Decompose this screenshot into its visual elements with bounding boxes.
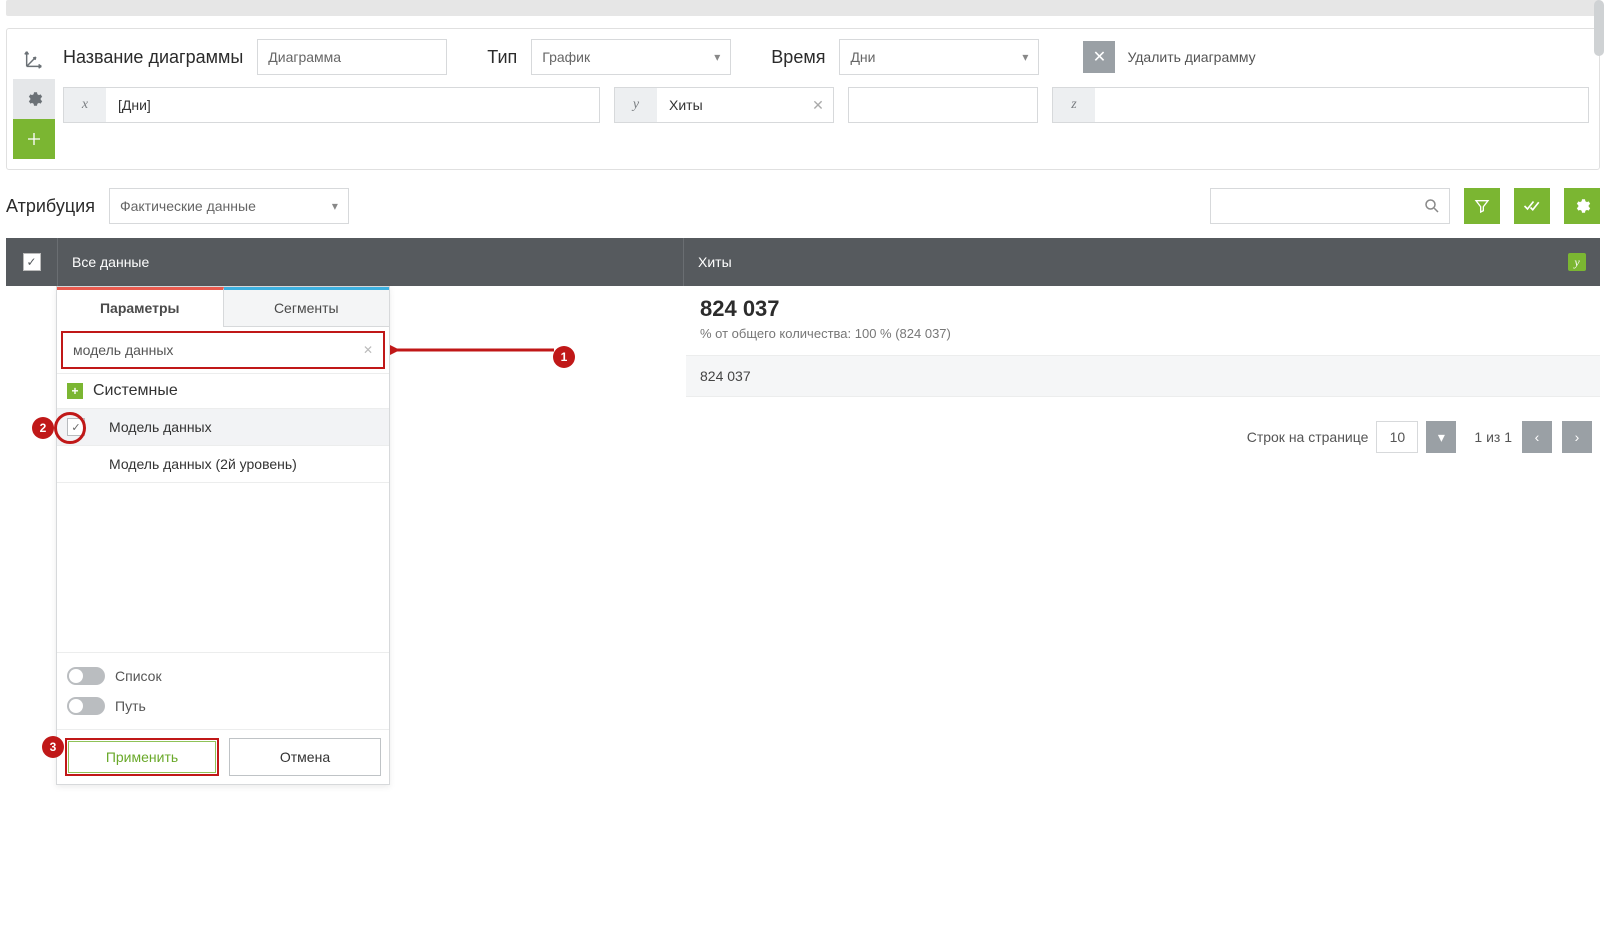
- tree-group-system[interactable]: + Системные: [57, 373, 389, 408]
- chart-settings-button[interactable]: [13, 79, 55, 119]
- tree-item-model-lvl2[interactable]: Модель данных (2й уровень): [57, 445, 389, 482]
- rows-per-page-label: Строк на странице: [1247, 429, 1369, 445]
- parameter-search-input[interactable]: модель данных ✕: [61, 331, 385, 369]
- chart-config-panel: Название диаграммы Диаграмма Тип График▾…: [6, 28, 1600, 170]
- z-axis-input[interactable]: z: [1052, 87, 1589, 123]
- toggle-switch[interactable]: [67, 667, 105, 685]
- axis-var-z: z: [1053, 88, 1095, 122]
- page-indicator: 1 из 1: [1474, 429, 1512, 445]
- chart-type-label: Тип: [487, 47, 517, 68]
- filter-button[interactable]: [1464, 188, 1500, 224]
- annotation-arrow-1: [390, 340, 558, 360]
- add-chart-button[interactable]: [13, 119, 55, 159]
- chevron-down-icon: ▾: [714, 50, 720, 64]
- prev-page-button[interactable]: ‹: [1522, 421, 1552, 453]
- toggle-path[interactable]: Путь: [67, 691, 379, 721]
- rows-per-page-value[interactable]: 10: [1376, 421, 1418, 453]
- metric-subtext: % от общего количества: 100 % (824 037): [700, 326, 1586, 341]
- select-all-checkbox[interactable]: ✓: [23, 253, 41, 271]
- chart-time-label: Время: [771, 47, 825, 68]
- chevron-right-icon: ›: [1575, 429, 1580, 445]
- chart-type-select[interactable]: График▾: [531, 39, 731, 75]
- chevron-left-icon: ‹: [1535, 429, 1540, 445]
- column-header-all-data[interactable]: Все данные: [58, 238, 684, 286]
- tab-parameters[interactable]: Параметры: [57, 287, 224, 327]
- close-icon: ✕: [1083, 41, 1115, 73]
- x-axis-input[interactable]: x [Дни]: [63, 87, 600, 123]
- metric-total: 824 037: [700, 296, 1586, 322]
- annotation-marker-1: 1: [553, 346, 575, 368]
- y-axis-badge: y: [1568, 253, 1586, 271]
- apply-all-button[interactable]: [1514, 188, 1550, 224]
- y-axis-input[interactable]: y Хиты ✕: [614, 87, 834, 123]
- metric-summary: 824 037 % от общего количества: 100 % (8…: [686, 286, 1600, 355]
- chevron-down-icon: ▾: [1438, 429, 1445, 446]
- y2-axis-input[interactable]: [848, 87, 1038, 123]
- attribution-label: Атрибуция: [6, 196, 95, 217]
- search-icon: [1423, 197, 1441, 215]
- tab-segments[interactable]: Сегменты: [224, 287, 390, 327]
- axes-icon: [13, 39, 55, 79]
- column-header-metric[interactable]: Хиты y: [684, 238, 1600, 286]
- annotation-ring-2: [54, 412, 86, 444]
- settings-button[interactable]: [1564, 188, 1600, 224]
- clear-search-icon[interactable]: ✕: [363, 343, 373, 357]
- select-all-cell[interactable]: ✓: [6, 238, 58, 286]
- annotation-marker-3: 3: [42, 736, 64, 758]
- double-check-icon: [1523, 197, 1541, 215]
- toggle-list[interactable]: Список: [67, 661, 379, 691]
- cancel-button[interactable]: Отмена: [229, 738, 381, 776]
- table-header: ✓ Все данные Хиты y: [6, 238, 1600, 286]
- tree-item-model[interactable]: ✓ Модель данных: [57, 408, 389, 445]
- parameter-dropdown: Параметры Сегменты модель данных ✕ + Сис…: [56, 286, 390, 785]
- toggle-switch[interactable]: [67, 697, 105, 715]
- clear-y-icon[interactable]: ✕: [803, 97, 833, 114]
- annotation-marker-2: 2: [32, 417, 54, 439]
- axis-var-y: y: [615, 88, 657, 122]
- apply-button[interactable]: Применить: [65, 738, 219, 776]
- chart-time-select[interactable]: Дни▾: [839, 39, 1039, 75]
- chart-title-input[interactable]: Диаграмма: [257, 39, 447, 75]
- delete-chart-button[interactable]: ✕ Удалить диаграмму: [1083, 41, 1255, 73]
- chevron-down-icon: ▾: [1022, 50, 1028, 64]
- expand-icon: +: [67, 383, 83, 399]
- rows-per-page-dropdown[interactable]: ▾: [1426, 421, 1456, 453]
- table-search-input[interactable]: [1210, 188, 1450, 224]
- table-row[interactable]: 824 037: [686, 355, 1600, 397]
- window-titlebar: [6, 0, 1600, 16]
- gear-icon: [1573, 197, 1591, 215]
- next-page-button[interactable]: ›: [1562, 421, 1592, 453]
- axis-var-x: x: [64, 88, 106, 122]
- scrollbar-thumb[interactable]: [1594, 0, 1604, 56]
- chart-title-label: Название диаграммы: [63, 47, 243, 68]
- attribution-select[interactable]: Фактические данные▾: [109, 188, 349, 224]
- funnel-icon: [1474, 198, 1490, 214]
- chevron-down-icon: ▾: [332, 199, 338, 213]
